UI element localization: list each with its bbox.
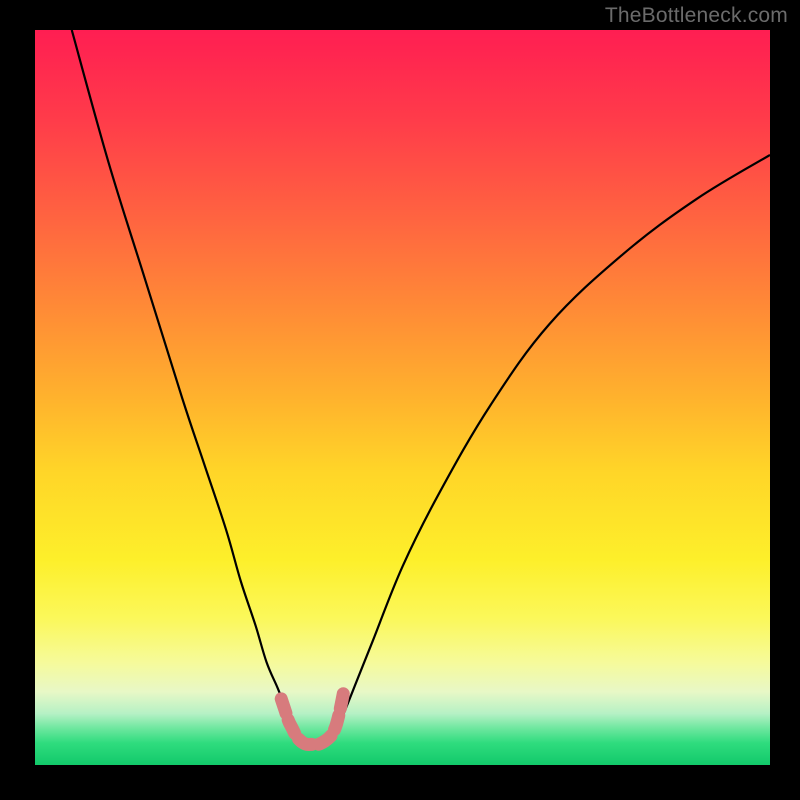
watermark-text: TheBottleneck.com bbox=[605, 4, 788, 28]
plot-area bbox=[35, 30, 770, 765]
valley-marker bbox=[281, 692, 343, 745]
chart-root: TheBottleneck.com bbox=[0, 0, 800, 800]
right-curve bbox=[333, 155, 770, 739]
curve-layer bbox=[35, 30, 770, 765]
left-curve bbox=[72, 30, 304, 739]
